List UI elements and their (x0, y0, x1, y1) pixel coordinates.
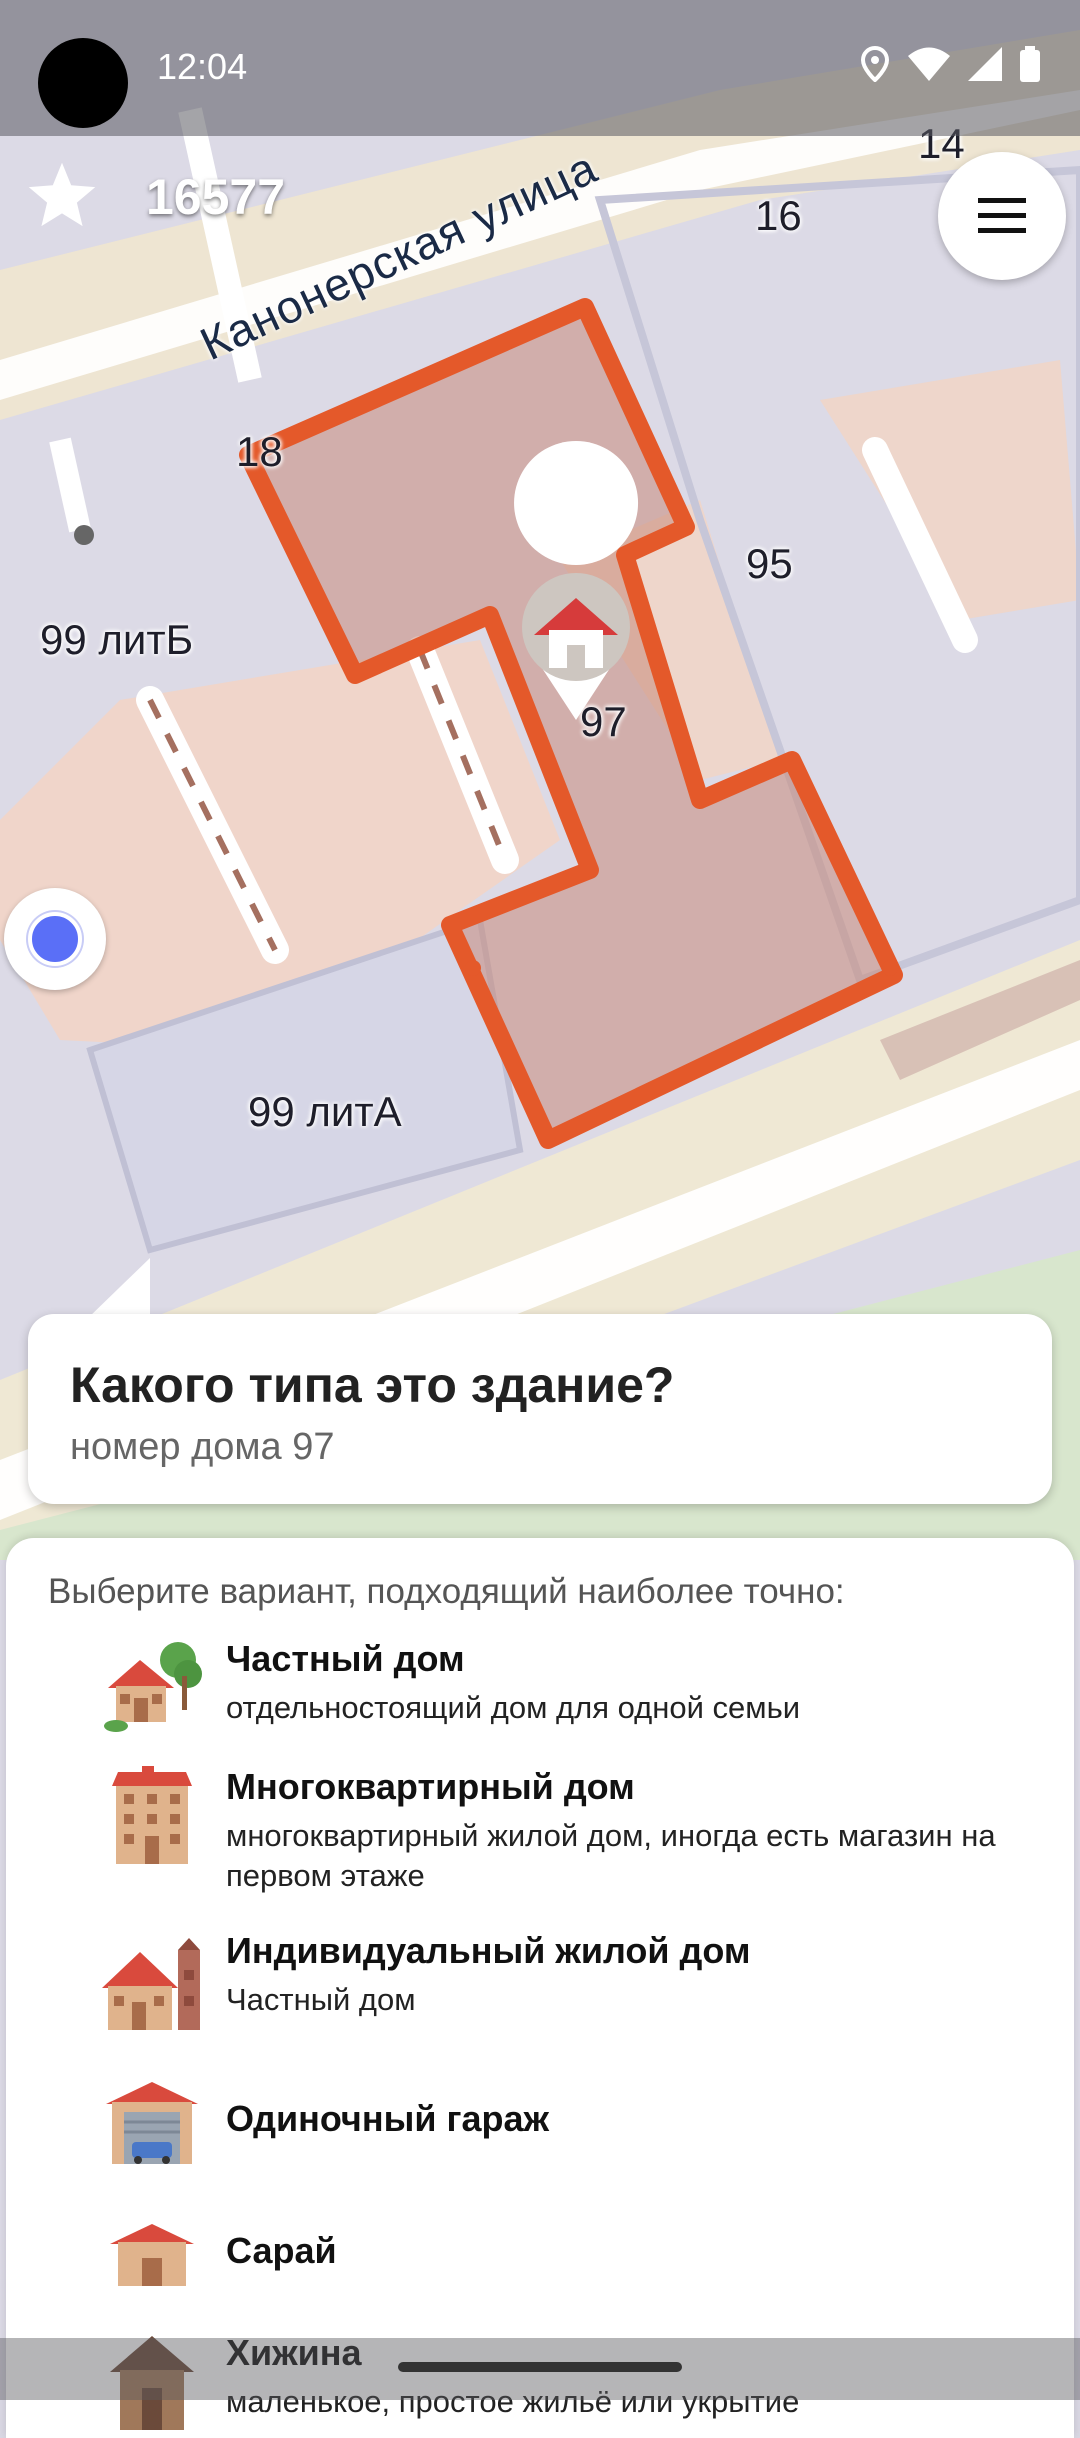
quest-title: Какого типа это здание? (70, 1357, 675, 1413)
house-number-label: 95 (746, 540, 793, 587)
quest-subtitle: номер дома 97 (70, 1426, 335, 1468)
option-title: Сарай (226, 2230, 337, 2271)
my-location-button[interactable] (4, 888, 106, 990)
menu-button[interactable] (938, 152, 1066, 280)
camera-cutout (38, 38, 128, 128)
residential-house-icon (102, 1938, 200, 2030)
option-residential-house[interactable]: Индивидуальный жилой дом Частный дом (66, 1930, 1046, 2040)
quest-card: Какого типа это здание? номер дома 97 (28, 1314, 1052, 1504)
signal-icon (968, 47, 1002, 81)
option-apartments[interactable]: Многоквартирный дом многоквартирный жило… (66, 1766, 1046, 1916)
house-number-label: 18 (236, 428, 283, 475)
location-icon (860, 46, 890, 82)
battery-icon (1020, 46, 1040, 82)
option-title: Одиночный гараж (226, 2098, 549, 2139)
option-shed[interactable]: Сарай (66, 2202, 1046, 2312)
detached-house-icon (104, 1642, 202, 1732)
quest-card-pointer (86, 1258, 150, 1320)
answer-hint: Выберите вариант, подходящий наиболее то… (48, 1572, 845, 1611)
location-dot-icon (28, 912, 82, 966)
option-description: многоквартирный жилой дом, иногда есть м… (226, 1818, 996, 1893)
house-number-label: 16 (755, 192, 802, 239)
garage-icon (106, 2082, 198, 2164)
answer-sheet: Выберите вариант, подходящий наиболее то… (6, 1538, 1074, 2438)
wifi-icon (908, 47, 950, 81)
hamburger-icon (978, 198, 1026, 233)
status-time: 12:04 (157, 46, 248, 87)
star-icon[interactable] (24, 158, 100, 234)
status-bar: 12:04 (0, 0, 1080, 136)
house-number-label: 99 литА (248, 1088, 402, 1135)
option-title: Многоквартирный дом (226, 1766, 635, 1807)
option-description: Частный дом (226, 1982, 416, 2017)
option-detached-house[interactable]: Частный дом отдельностоящий дом для одно… (66, 1638, 1046, 1748)
option-description: отдельностоящий дом для одной семьи (226, 1690, 801, 1725)
house-number-label: 99 литБ (40, 616, 194, 663)
option-garage[interactable]: Одиночный гараж (66, 2070, 1046, 2180)
apartments-icon (112, 1766, 192, 1864)
navigation-bar (0, 2338, 1080, 2400)
house-number-label: 97 (580, 698, 627, 745)
answer-count[interactable]: 16577 (146, 168, 285, 226)
option-title: Частный дом (226, 1638, 465, 1679)
shed-icon (110, 2224, 194, 2286)
option-title: Индивидуальный жилой дом (226, 1930, 751, 1971)
home-gesture-handle[interactable] (398, 2362, 682, 2372)
